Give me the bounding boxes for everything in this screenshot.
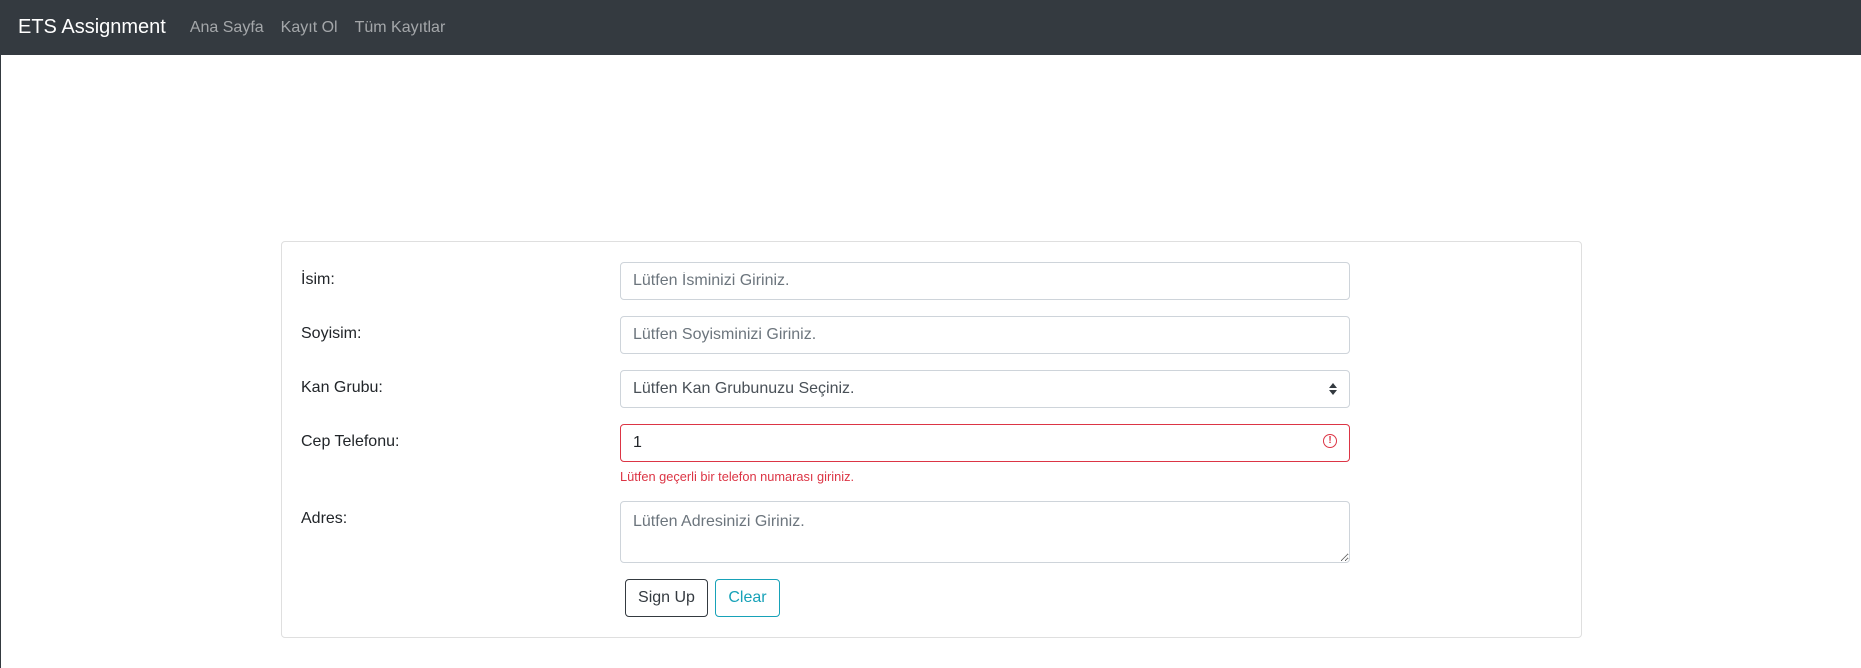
sign-up-button[interactable]: Sign Up xyxy=(625,579,708,617)
select-arrows-icon xyxy=(1328,383,1337,395)
phone-input[interactable] xyxy=(620,424,1350,462)
address-label: Adres: xyxy=(301,510,348,527)
phone-error-message: Lütfen geçerli bir telefon numarası giri… xyxy=(620,469,855,484)
brand-link[interactable]: ETS Assignment xyxy=(18,16,166,39)
nav-link-home[interactable]: Ana Sayfa xyxy=(190,19,264,37)
alert-circle-icon: ! xyxy=(1323,434,1337,448)
blood-group-selected: Lütfen Kan Grubunuzu Seçiniz. xyxy=(633,380,855,397)
address-textarea[interactable] xyxy=(620,501,1350,563)
page: ETS Assignment Ana Sayfa Kayıt Ol Tüm Ka… xyxy=(0,0,1861,668)
phone-label: Cep Telefonu: xyxy=(301,433,400,450)
navbar: ETS Assignment Ana Sayfa Kayıt Ol Tüm Ka… xyxy=(1,0,1861,55)
nav-link-all-records[interactable]: Tüm Kayıtlar xyxy=(355,19,446,37)
blood-group-label: Kan Grubu: xyxy=(301,379,383,396)
name-input[interactable] xyxy=(620,262,1350,300)
surname-label: Soyisim: xyxy=(301,325,362,342)
blood-group-select[interactable]: Lütfen Kan Grubunuzu Seçiniz. xyxy=(620,370,1350,408)
clear-button[interactable]: Clear xyxy=(715,579,780,617)
nav-link-register[interactable]: Kayıt Ol xyxy=(281,19,338,37)
name-label: İsim: xyxy=(301,271,335,288)
surname-input[interactable] xyxy=(620,316,1350,354)
